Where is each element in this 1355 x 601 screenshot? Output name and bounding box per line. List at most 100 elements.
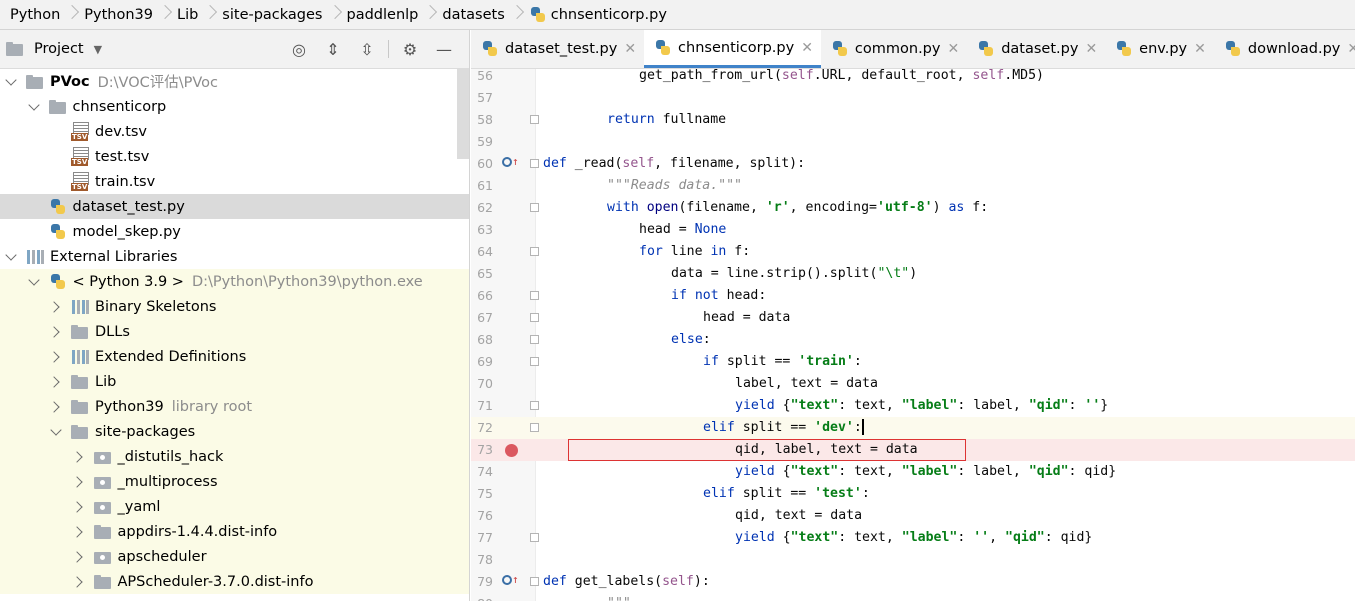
code-line[interactable]: 71 yield {"text": text, "label": label, "… (471, 395, 1355, 417)
chevron-right-icon[interactable] (72, 525, 86, 539)
code-line[interactable]: 63 head = None (471, 219, 1355, 241)
code-line[interactable]: 62 with open(filename, 'r', encoding='utf… (471, 197, 1355, 219)
tree-node[interactable]: Lib (0, 369, 469, 394)
breadcrumb-item[interactable]: Python (10, 7, 60, 23)
editor-tab[interactable]: download.py ✕ (1214, 30, 1355, 68)
code-line[interactable]: 67 head = data (471, 307, 1355, 329)
tree-node[interactable]: dataset_test.py (0, 194, 469, 219)
fold-marker-icon[interactable] (530, 335, 539, 344)
collapse-all-icon[interactable]: ⇳ (350, 34, 384, 64)
locate-file-icon[interactable]: ◎ (282, 34, 316, 64)
breadcrumb-item[interactable]: datasets (442, 7, 504, 23)
tree-node[interactable]: test.tsv (0, 144, 469, 169)
tree-node[interactable]: DLLs (0, 319, 469, 344)
code-line[interactable]: 61 """Reads data.""" (471, 175, 1355, 197)
code-line[interactable]: 78 (471, 549, 1355, 571)
breakpoint-icon[interactable] (505, 444, 518, 457)
editor-tab[interactable]: dataset_test.py ✕ (471, 30, 644, 68)
close-icon[interactable]: ✕ (801, 40, 813, 56)
tree-scrollbar[interactable] (457, 69, 469, 159)
close-icon[interactable]: ✕ (1347, 41, 1355, 57)
tree-node[interactable]: chnsenticorp (0, 94, 469, 119)
close-icon[interactable]: ✕ (1085, 41, 1097, 57)
code-line[interactable]: 60 ↑ def _read(self, filename, split): (471, 153, 1355, 175)
chevron-right-icon[interactable] (72, 450, 86, 464)
code-line[interactable]: 75 elif split == 'test': (471, 483, 1355, 505)
code-line[interactable]: 68 else: (471, 329, 1355, 351)
fold-marker-icon[interactable] (530, 577, 539, 586)
editor-tab[interactable]: common.py ✕ (821, 30, 967, 68)
close-icon[interactable]: ✕ (1194, 41, 1206, 57)
chevron-down-icon[interactable] (27, 275, 41, 289)
chevron-right-icon[interactable] (72, 475, 86, 489)
chevron-right-icon[interactable] (49, 375, 63, 389)
tree-node[interactable]: APScheduler-3.7.0.dist-info (0, 569, 469, 594)
tree-node[interactable]: _yaml (0, 494, 469, 519)
code-line[interactable]: 72 elif split == 'dev': (471, 417, 1355, 439)
fold-marker-icon[interactable] (530, 533, 539, 542)
tree-node[interactable]: Binary Skeletons (0, 294, 469, 319)
chevron-right-icon[interactable] (72, 550, 86, 564)
breadcrumb-item[interactable]: paddlenlp (347, 7, 419, 23)
fold-marker-icon[interactable] (530, 313, 539, 322)
fold-marker-icon[interactable] (530, 159, 539, 168)
close-icon[interactable]: ✕ (624, 41, 636, 57)
tree-node[interactable]: < Python 3.9 > D:\Python\Python39\python.… (0, 269, 469, 294)
override-icon[interactable] (502, 575, 512, 585)
fold-marker-icon[interactable] (530, 357, 539, 366)
hide-panel-icon[interactable]: — (427, 34, 461, 64)
gear-icon[interactable]: ⚙ (393, 34, 427, 64)
fold-marker-icon[interactable] (530, 247, 539, 256)
code-line[interactable]: 64 for line in f: (471, 241, 1355, 263)
tree-node[interactable]: model_skep.py (0, 219, 469, 244)
chevron-right-icon[interactable] (72, 500, 86, 514)
breadcrumb-item[interactable]: site-packages (222, 7, 322, 23)
code-line[interactable]: 74 yield {"text": text, "label": label, "… (471, 461, 1355, 483)
override-icon[interactable] (502, 157, 512, 167)
editor-tab[interactable]: chnsenticorp.py ✕ (644, 30, 821, 68)
fold-marker-icon[interactable] (530, 291, 539, 300)
tree-node[interactable]: _distutils_hack (0, 444, 469, 469)
tree-node[interactable]: _multiprocess (0, 469, 469, 494)
fold-marker-icon[interactable] (530, 115, 539, 124)
code-line[interactable]: 59 (471, 131, 1355, 153)
tree-node[interactable]: site-packages (0, 419, 469, 444)
close-icon[interactable]: ✕ (947, 41, 959, 57)
breadcrumb-item[interactable]: Lib (177, 7, 198, 23)
tree-node[interactable]: Python39 library root (0, 394, 469, 419)
tree-node[interactable]: dev.tsv (0, 119, 469, 144)
tree-node[interactable]: apscheduler (0, 544, 469, 569)
tree-node[interactable]: External Libraries (0, 244, 469, 269)
code-line[interactable]: 66 if not head: (471, 285, 1355, 307)
breadcrumb-item[interactable]: chnsenticorp.py (529, 6, 667, 23)
tree-node[interactable]: train.tsv (0, 169, 469, 194)
chevron-right-icon[interactable] (49, 325, 63, 339)
editor-tab[interactable]: dataset.py ✕ (967, 30, 1105, 68)
chevron-down-icon[interactable] (4, 250, 18, 264)
code-editor[interactable]: 56 get_path_from_url(self.URL, default_ro… (471, 69, 1355, 601)
code-line[interactable]: 57 (471, 87, 1355, 109)
chevron-down-icon[interactable] (4, 75, 18, 89)
fold-marker-icon[interactable] (530, 423, 539, 432)
chevron-right-icon[interactable] (49, 300, 63, 314)
editor-tab[interactable]: env.py ✕ (1105, 30, 1214, 68)
fold-marker-icon[interactable] (530, 203, 539, 212)
code-line[interactable]: 65 data = line.strip().split("\t") (471, 263, 1355, 285)
tree-node[interactable]: appdirs-1.4.4.dist-info (0, 519, 469, 544)
chevron-right-icon[interactable] (72, 575, 86, 589)
code-line[interactable]: 56 get_path_from_url(self.URL, default_ro… (471, 69, 1355, 87)
chevron-right-icon[interactable] (49, 400, 63, 414)
expand-all-icon[interactable]: ⇕ (316, 34, 350, 64)
tree-node[interactable]: PVoc D:\VOC评估\PVoc (0, 69, 469, 94)
code-line[interactable]: 79 ↑ def get_labels(self): (471, 571, 1355, 593)
project-view-selector[interactable]: Project (34, 41, 84, 57)
code-line[interactable]: 77 yield {"text": text, "label": '', "qid… (471, 527, 1355, 549)
breadcrumb-item[interactable]: Python39 (84, 7, 153, 23)
chevron-down-icon[interactable]: ▼ (94, 43, 102, 56)
code-line[interactable]: 69 if split == 'train': (471, 351, 1355, 373)
chevron-down-icon[interactable] (49, 425, 63, 439)
fold-marker-icon[interactable] (530, 401, 539, 410)
chevron-right-icon[interactable] (49, 350, 63, 364)
chevron-down-icon[interactable] (27, 100, 41, 114)
code-line[interactable]: 70 label, text = data (471, 373, 1355, 395)
